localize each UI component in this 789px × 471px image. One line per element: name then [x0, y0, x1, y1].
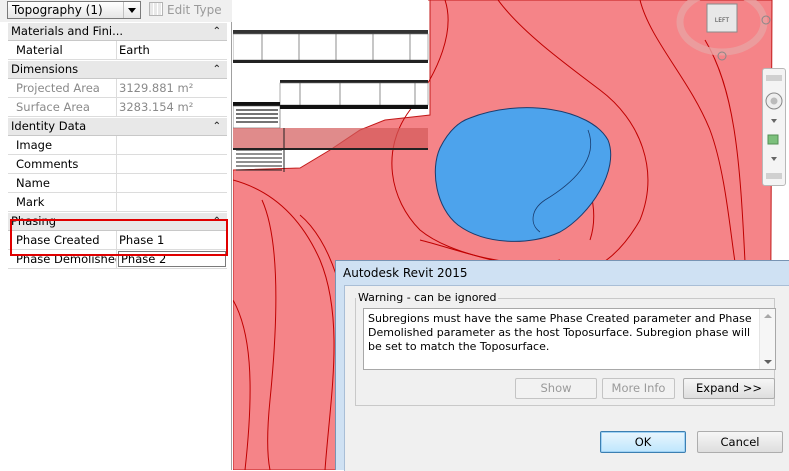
- properties-grid: Materials and Fini... ⌃ Material Earth D…: [8, 22, 227, 269]
- property-name: Phase Demolished: [8, 250, 117, 268]
- navigation-bar: [762, 68, 786, 186]
- property-value-comments[interactable]: [117, 155, 227, 173]
- collapse-chevron-icon[interactable]: ⌃: [213, 213, 221, 230]
- property-name: Material: [8, 41, 117, 59]
- category-dimensions[interactable]: Dimensions ⌃: [8, 60, 227, 79]
- property-value-surface-area: 3283.154 m²: [119, 100, 194, 114]
- nav-bar-grip-icon: [766, 75, 782, 81]
- more-info-button[interactable]: More Info: [602, 378, 675, 399]
- viewcube-face-label[interactable]: LEFT: [715, 17, 729, 24]
- scroll-down-icon[interactable]: [764, 360, 772, 364]
- edit-type-icon: [149, 2, 163, 16]
- expand-button[interactable]: Expand >>: [683, 378, 775, 399]
- warning-group-label: Warning - can be ignored: [356, 291, 499, 304]
- type-selector-dropdown[interactable]: Topography (1): [7, 1, 141, 19]
- properties-palette: Topography (1) Edit Type Materials and F…: [0, 0, 232, 470]
- property-value-phase-demolished[interactable]: Phase 2: [118, 251, 226, 267]
- property-row-phase-demolished[interactable]: Phase Demolished Phase 2: [8, 250, 227, 269]
- property-row-surface-area: Surface Area 3283.154 m²: [8, 98, 227, 117]
- dialog-body: Warning - can be ignored Subregions must…: [344, 285, 789, 471]
- category-phasing[interactable]: Phasing ⌃: [8, 212, 227, 231]
- property-name: Comments: [8, 155, 117, 173]
- warning-message-box[interactable]: Subregions must have the same Phase Crea…: [363, 308, 776, 370]
- property-row-name[interactable]: Name: [8, 174, 227, 193]
- ok-button[interactable]: OK: [600, 431, 686, 453]
- nav-bar-options-icon[interactable]: [766, 173, 782, 179]
- type-selector-bar: Topography (1) Edit Type: [0, 0, 232, 22]
- property-value-image[interactable]: [117, 136, 227, 154]
- property-value-mark[interactable]: [117, 193, 227, 211]
- category-label: Dimensions: [11, 62, 79, 76]
- property-name: Name: [8, 174, 117, 192]
- cancel-button[interactable]: Cancel: [697, 431, 783, 453]
- category-materials-and-finishes[interactable]: Materials and Fini... ⌃: [8, 22, 227, 41]
- property-name: Image: [8, 136, 117, 154]
- property-row-material[interactable]: Material Earth: [8, 41, 227, 60]
- chevron-down-icon[interactable]: [123, 2, 140, 18]
- zoom-region-icon[interactable]: [767, 134, 779, 145]
- property-value-name[interactable]: [117, 174, 227, 192]
- category-label: Materials and Fini...: [11, 24, 124, 38]
- property-name: Surface Area: [8, 98, 117, 116]
- collapse-chevron-icon[interactable]: ⌃: [213, 118, 221, 135]
- category-identity-data[interactable]: Identity Data ⌃: [8, 117, 227, 136]
- property-row-projected-area: Projected Area 3129.881 m²: [8, 79, 227, 98]
- collapse-chevron-icon[interactable]: ⌃: [213, 23, 221, 40]
- property-row-phase-created[interactable]: Phase Created Phase 1: [8, 231, 227, 250]
- property-value-material[interactable]: Earth: [117, 41, 227, 59]
- chevron-down-icon[interactable]: [771, 157, 777, 161]
- scroll-up-icon[interactable]: [764, 314, 772, 318]
- property-row-comments[interactable]: Comments: [8, 155, 227, 174]
- dialog-title: Autodesk Revit 2015: [343, 266, 468, 280]
- viewcube[interactable]: LEFT: [672, 0, 772, 62]
- steering-wheel-hub-icon: [770, 97, 778, 105]
- type-selector-value: Topography (1): [12, 3, 103, 17]
- chevron-down-icon[interactable]: [771, 119, 777, 123]
- warning-message-text: Subregions must have the same Phase Crea…: [368, 312, 752, 353]
- property-row-image[interactable]: Image: [8, 136, 227, 155]
- property-name: Projected Area: [8, 79, 117, 97]
- edit-type-label: Edit Type: [167, 3, 222, 17]
- property-name: Phase Created: [8, 231, 117, 249]
- property-value-projected-area: 3129.881 m²: [119, 81, 194, 95]
- category-label: Phasing: [11, 214, 57, 228]
- show-button[interactable]: Show: [515, 378, 597, 399]
- collapse-chevron-icon[interactable]: ⌃: [213, 61, 221, 78]
- category-label: Identity Data: [11, 119, 87, 133]
- edit-type-button: Edit Type: [149, 2, 222, 18]
- warning-dialog: Autodesk Revit 2015 Warning - can be ign…: [335, 260, 789, 471]
- property-value-phase-created[interactable]: Phase 1: [117, 231, 227, 249]
- property-row-mark[interactable]: Mark: [8, 193, 227, 212]
- property-name: Mark: [8, 193, 117, 211]
- message-scrollbar[interactable]: [759, 309, 775, 369]
